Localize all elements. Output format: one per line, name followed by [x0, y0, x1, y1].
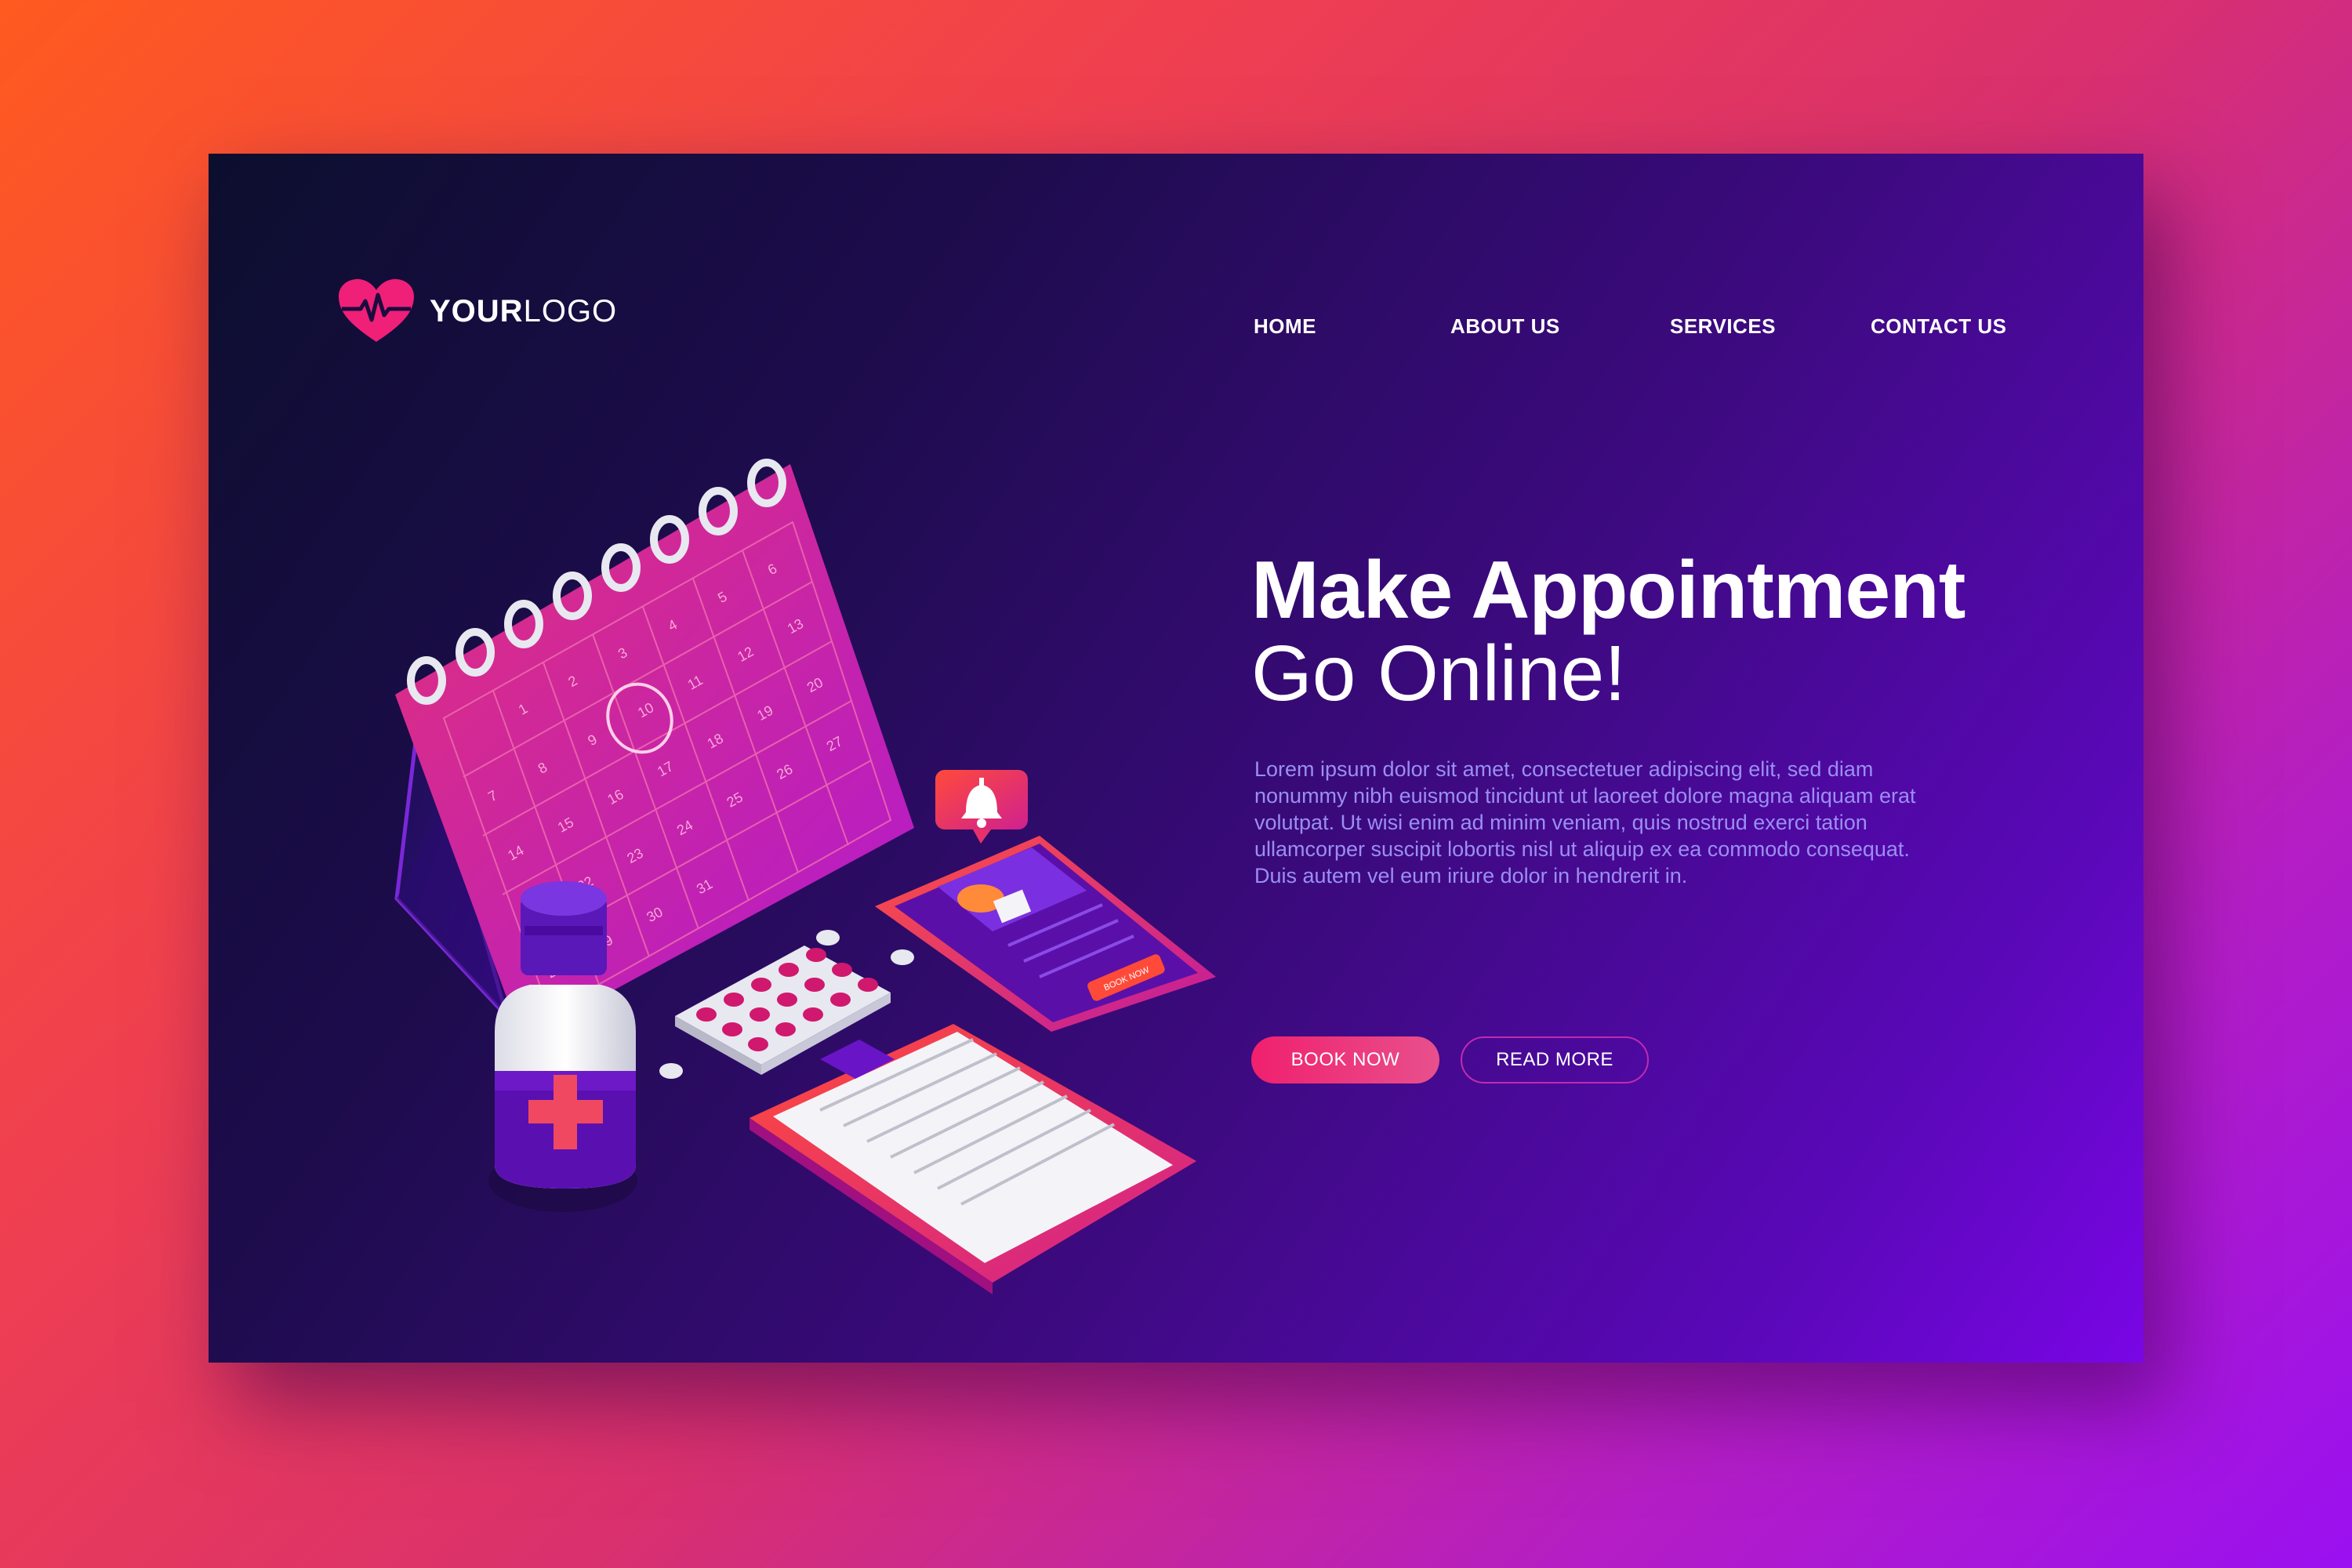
nav-home[interactable]: HOME: [1254, 314, 1316, 339]
landing-card: 1234567891011121314151617181920212223242…: [209, 154, 2143, 1363]
pill: [804, 978, 825, 992]
hero-paragraph: Lorem ipsum dolor sit amet, consectetuer…: [1254, 757, 1916, 887]
pill: [775, 1022, 796, 1036]
pill: [803, 1007, 823, 1022]
phone-icon: BOOK NOW: [875, 836, 1216, 1032]
pill: [830, 993, 851, 1007]
book-now-button[interactable]: BOOK NOW: [1251, 1036, 1439, 1083]
pill: [779, 963, 799, 977]
nav-services[interactable]: SERVICES: [1670, 314, 1776, 339]
pill: [750, 1007, 770, 1022]
pill: [832, 963, 852, 977]
calendar-icon: 1234567891011121314151617181920212223242…: [394, 459, 914, 1040]
pill: [751, 978, 771, 992]
bell-icon: [935, 770, 1028, 844]
pill: [777, 993, 797, 1007]
clipboard-icon: [750, 1024, 1196, 1294]
nav-about-us[interactable]: ABOUT US: [1450, 314, 1560, 339]
main-nav: HOME ABOUT US SERVICES CONTACT US: [209, 314, 2143, 346]
pill: [722, 1022, 742, 1036]
hero-title: Make Appointment: [1251, 545, 1965, 636]
hero-subtitle: Go Online!: [1251, 630, 1627, 717]
pill: [806, 948, 826, 962]
pill: [858, 978, 878, 992]
nav-contact-us[interactable]: CONTACT US: [1871, 314, 2007, 339]
pill: [724, 993, 744, 1007]
pill: [696, 1007, 717, 1022]
pill: [748, 1037, 768, 1051]
read-more-button[interactable]: READ MORE: [1461, 1036, 1649, 1083]
